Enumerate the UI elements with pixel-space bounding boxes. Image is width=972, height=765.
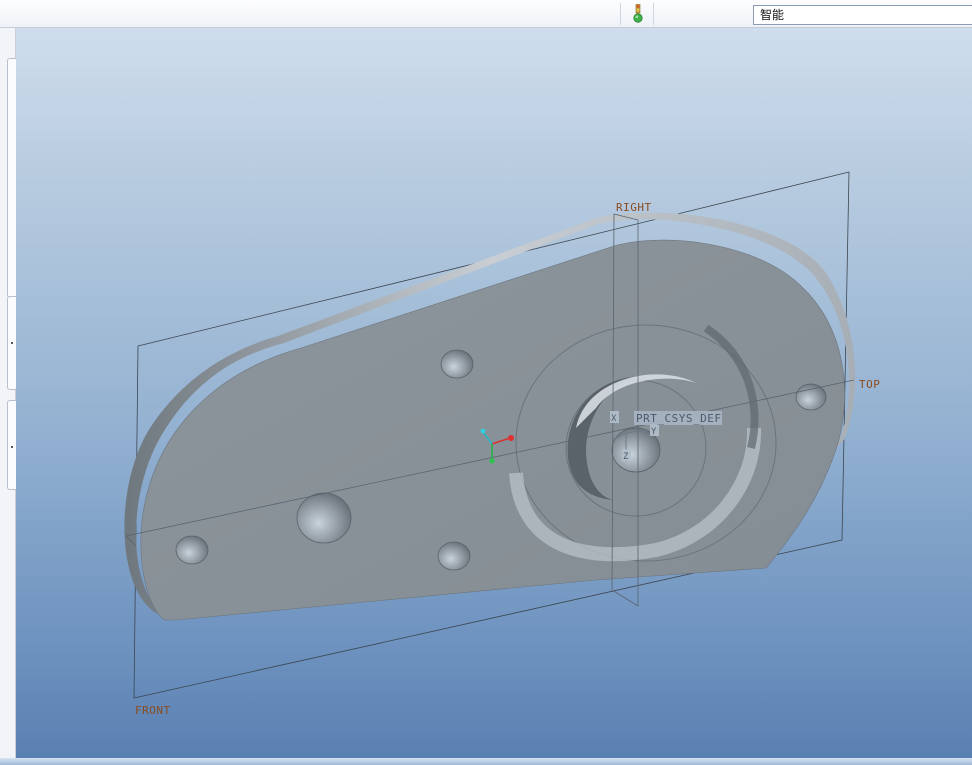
hole[interactable] [437, 541, 471, 571]
collapse-handle-lower[interactable] [7, 400, 16, 490]
traffic-light-icon[interactable] [629, 3, 647, 24]
top-toolbar: 智能 [0, 0, 972, 28]
csys-axis-y: Y [651, 427, 657, 437]
toolbar-separator [653, 3, 654, 25]
hole[interactable] [440, 349, 474, 379]
front-datum-label[interactable]: FRONT [135, 704, 171, 717]
selection-filter-dropdown[interactable]: 智能 [753, 5, 972, 25]
plate-face[interactable] [140, 239, 845, 621]
collapse-handle-upper[interactable] [7, 296, 16, 390]
left-panel-strip [0, 28, 16, 758]
csys-label[interactable]: PRT_CSYS_DEF [636, 412, 721, 425]
csys-axis-x: X [611, 414, 617, 424]
csys-axis-z: Z [623, 452, 629, 462]
toolbar-separator [620, 3, 621, 25]
bottom-status-strip [0, 758, 972, 765]
hole[interactable] [795, 383, 827, 411]
hole[interactable] [175, 535, 209, 565]
model-canvas: RIGHT TOP FRONT X Y Z PRT_CSYS_DEF [124, 171, 880, 717]
hole[interactable] [296, 492, 352, 544]
graphics-window[interactable]: RIGHT TOP FRONT X Y Z PRT_CSYS_DEF [16, 28, 972, 758]
navigator-tab[interactable] [7, 58, 16, 298]
top-datum-label[interactable]: TOP [859, 378, 880, 391]
right-datum-label[interactable]: RIGHT [616, 201, 652, 214]
